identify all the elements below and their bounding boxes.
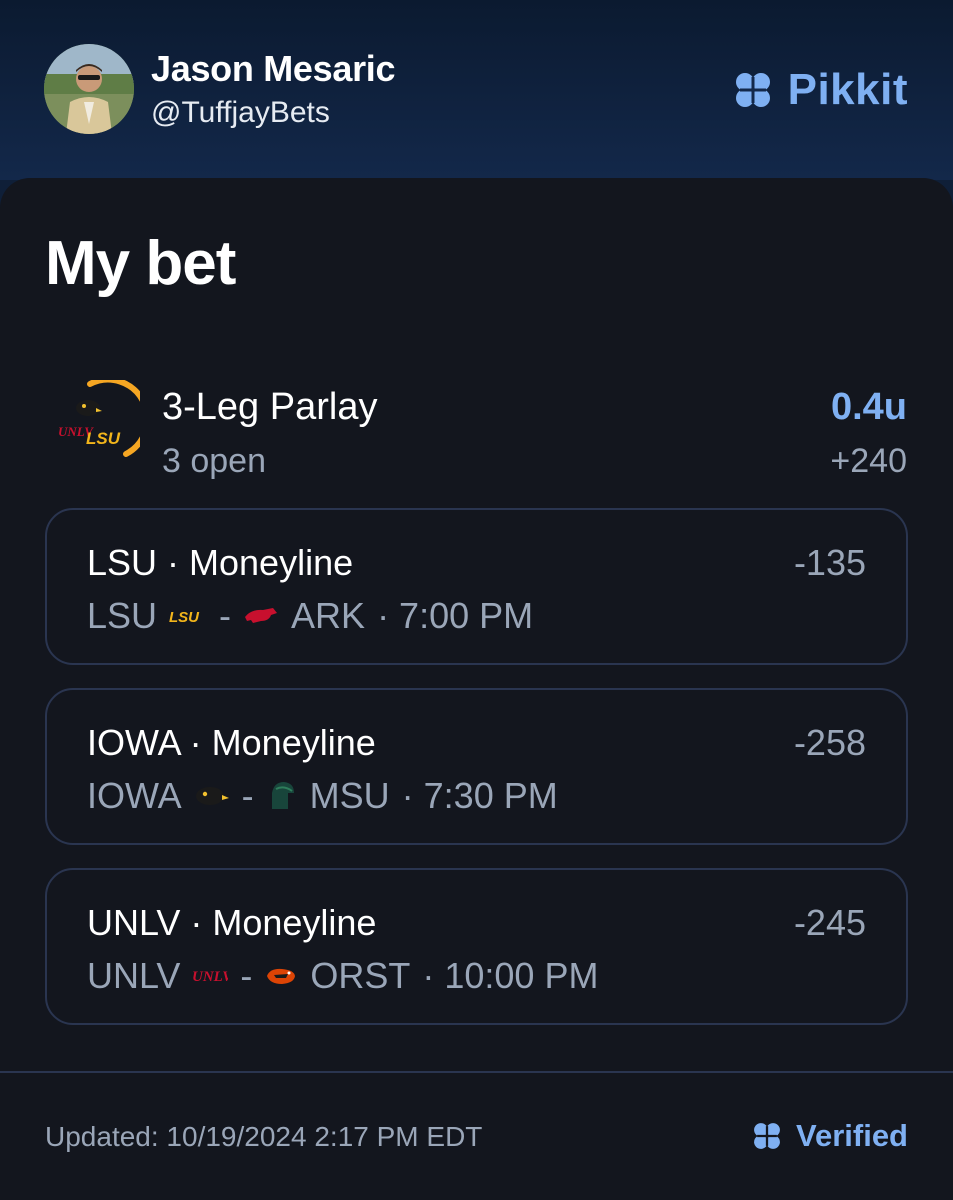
leg-odds: -245 <box>793 902 866 943</box>
parlay-status: 3 open <box>162 442 266 480</box>
spartan-logo-icon <box>271 782 294 809</box>
team-name: LSU <box>87 595 158 636</box>
hawkeye-logo-icon <box>76 400 102 416</box>
game-time: · 7:00 PM <box>377 595 534 636</box>
beaver-logo-icon <box>267 968 296 984</box>
lsu-logo-icon: LSU <box>169 609 200 625</box>
brand-name: Pikkit <box>787 65 908 114</box>
matchup-separator: - <box>241 775 254 816</box>
parlay-badge: UNLV LSU <box>56 376 151 458</box>
avatar-photo-icon <box>44 44 134 134</box>
leg-odds: -135 <box>793 542 866 583</box>
game-time: · 10:00 PM <box>422 955 599 996</box>
clover-icon <box>735 73 770 107</box>
leg-odds: -258 <box>793 722 866 763</box>
leg-matchup: LSU LSU - ARK · 7:00 PM <box>87 594 533 638</box>
svg-text:UNLV: UNLV <box>192 969 228 985</box>
user-handle[interactable]: @TuffjayBets <box>151 96 330 130</box>
verified-label: Verified <box>796 1118 908 1153</box>
leg-matchup: UNLV UNLV - ORST · 10:00 PM <box>87 954 598 998</box>
user-avatar[interactable] <box>44 44 134 134</box>
team-name: IOWA <box>87 775 182 816</box>
leg-matchup: IOWA - MSU · 7:30 PM <box>87 774 558 818</box>
matchup-separator: - <box>219 595 232 636</box>
hawkeye-logo-icon <box>195 787 229 805</box>
leg-title: UNLV · Moneyline <box>87 902 377 943</box>
profile-header: Jason Mesaric @TuffjayBets Pikkit <box>0 0 953 180</box>
leg-title: LSU · Moneyline <box>87 542 354 583</box>
parlay-units: 0.4u <box>830 386 907 428</box>
bet-leg-unlv[interactable]: UNLV · Moneyline -245 UNLV UNLV - ORST ·… <box>45 868 908 1025</box>
updated-timestamp: Updated: 10/19/2024 2:17 PM EDT <box>45 1121 483 1152</box>
parlay-odds: +240 <box>830 442 907 480</box>
parlay-title: 3-Leg Parlay <box>162 386 378 428</box>
unlv-logo-icon: UNLV <box>192 969 228 985</box>
verified-badge[interactable]: Verified <box>748 1116 908 1156</box>
svg-text:LSU: LSU <box>169 609 200 625</box>
matchup-separator: - <box>240 955 253 996</box>
leg-title: IOWA · Moneyline <box>87 722 376 763</box>
razorback-logo-icon <box>245 608 278 623</box>
pikkit-logo[interactable]: Pikkit <box>728 64 908 116</box>
clover-icon <box>754 1123 780 1149</box>
opponent-name: ORST <box>310 955 411 996</box>
opponent-name: MSU <box>309 775 390 816</box>
page-title: My bet <box>45 229 236 298</box>
bet-leg-iowa[interactable]: IOWA · Moneyline -258 IOWA - MSU · 7:30 … <box>45 688 908 845</box>
user-name[interactable]: Jason Mesaric <box>151 48 396 90</box>
opponent-name: ARK <box>291 595 366 636</box>
footer-divider <box>0 1071 953 1073</box>
team-name: UNLV <box>87 955 181 996</box>
bet-leg-lsu[interactable]: LSU · Moneyline -135 LSU LSU - ARK · 7:0… <box>45 508 908 665</box>
lsu-logo-icon: LSU <box>86 429 121 448</box>
game-time: · 7:30 PM <box>401 775 558 816</box>
